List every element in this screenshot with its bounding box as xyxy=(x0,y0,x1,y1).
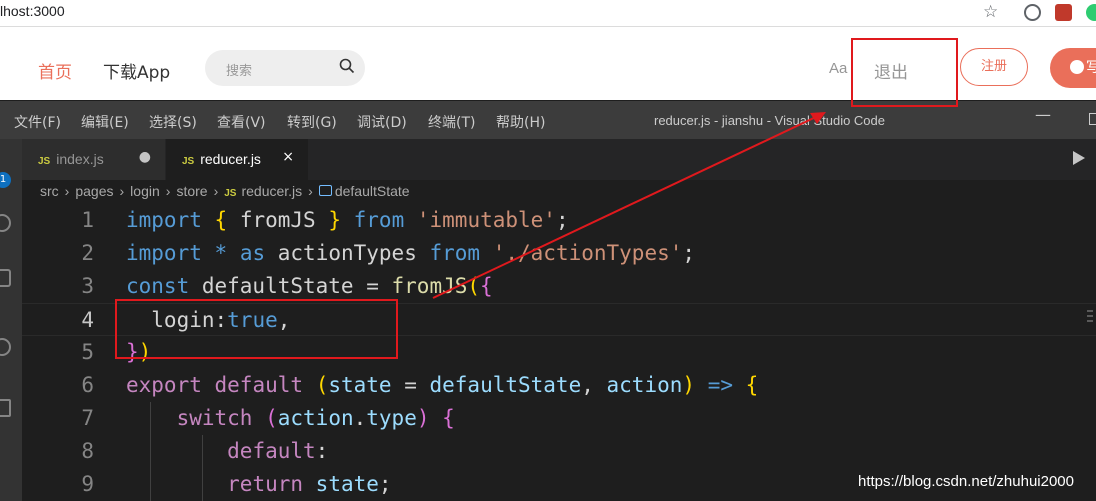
watermark: https://blog.csdn.net/zhuhui2000 xyxy=(858,473,1074,490)
annotation-arrow xyxy=(432,112,826,299)
